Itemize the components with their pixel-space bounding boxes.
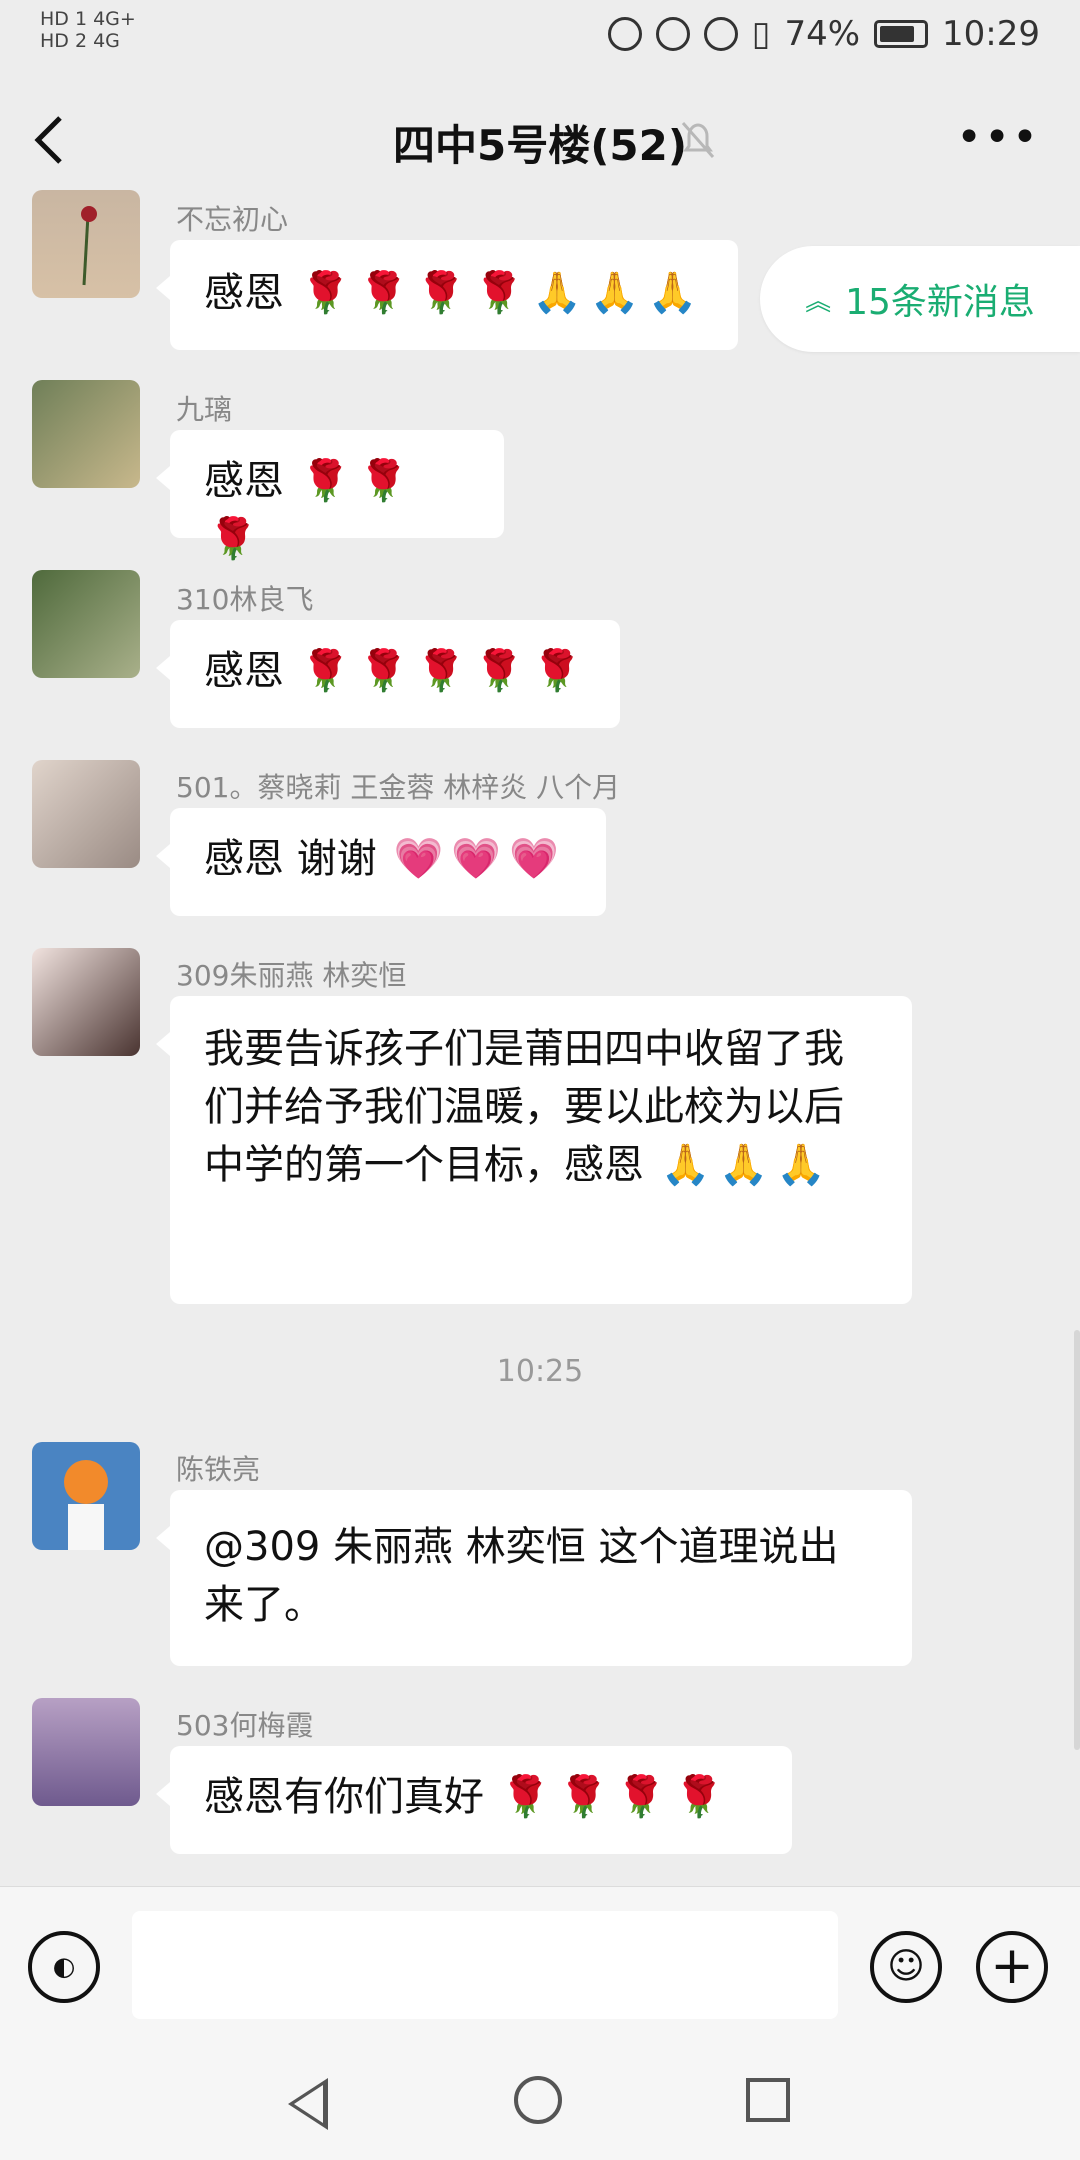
message-bubble[interactable]: 感恩有你们真好 🌹 🌹 🌹 🌹 <box>156 1746 792 1854</box>
rose-emoji: 🌹 <box>474 648 524 694</box>
rose-emoji: 🌹 <box>416 648 467 694</box>
smiley-icon: ☺ <box>887 1946 925 1987</box>
message-text: 感恩 <box>204 270 284 316</box>
more-options-button[interactable]: ••• <box>956 112 1040 163</box>
clock: 10:29 <box>942 14 1040 54</box>
sender-name: 310林良飞 <box>176 583 314 616</box>
avatar[interactable] <box>32 570 140 678</box>
rose-emoji: 🌹 <box>674 1774 724 1820</box>
heart-emoji: 💗 <box>451 836 502 882</box>
message-timestamp: 10:25 <box>496 1354 584 1389</box>
rose-emoji: 🌹 <box>616 1774 667 1820</box>
new-messages-button[interactable]: ︽ 15条新消息 <box>760 246 1080 352</box>
input-bar: ◐ ☺ + <box>0 1886 1080 2037</box>
message-bubble[interactable]: 感恩 🌹 🌹🌹 <box>156 430 504 559</box>
pray-emoji: 🙏 <box>531 270 582 316</box>
sender-name: 九璃 <box>176 393 233 426</box>
rose-emoji: 🌹 <box>416 270 467 316</box>
scrollbar[interactable] <box>1074 1330 1080 1750</box>
avatar[interactable] <box>32 380 140 488</box>
new-messages-label: 15条新消息 <box>845 282 1035 323</box>
pray-emoji: 🙏 <box>776 1142 827 1188</box>
rose-emoji: 🌹 <box>500 1774 551 1820</box>
double-chevron-up-icon: ︽ <box>805 286 832 317</box>
message-bubble[interactable]: 感恩 谢谢 💗 💗 💗 <box>156 808 606 916</box>
pray-emoji: 🙏 <box>718 1142 769 1188</box>
plus-icon: + <box>990 1936 1034 1996</box>
message-text: 感恩 谢谢 <box>204 836 377 882</box>
message-bubble[interactable]: 感恩 🌹 🌹 🌹 🌹 🙏 🙏 🙏 <box>156 240 738 350</box>
message-bubble[interactable]: @309 朱丽燕 林奕恒 这个道理说出来了。 <box>156 1490 912 1666</box>
message-text: 感恩有你们真好 <box>204 1774 484 1820</box>
message-bubble[interactable]: 我要告诉孩子们是莆田四中收留了我们并给予我们温暖，要以此校为以后中学的第一个目标… <box>156 996 912 1304</box>
more-actions-button[interactable]: + <box>976 1931 1048 2003</box>
rose-emoji: 🌹 <box>300 270 351 316</box>
avatar[interactable] <box>32 948 140 1056</box>
voice-wave-icon: ◐ <box>52 1952 76 1982</box>
system-nav-bar <box>0 2036 1080 2160</box>
battery-icon <box>874 20 929 48</box>
battery-percent: 74% <box>784 14 861 54</box>
sender-name: 陈铁亮 <box>176 1453 261 1486</box>
pray-emoji: 🙏 <box>660 1142 711 1188</box>
sender-name: 不忘初心 <box>176 203 289 236</box>
heart-emoji: 💗 <box>509 836 559 882</box>
pray-emoji: 🙏 <box>647 270 698 316</box>
sim2-label: HD 2 4G <box>40 30 120 52</box>
pray-emoji: 🙏 <box>589 270 640 316</box>
alarm-icon <box>703 17 738 51</box>
message-bubble[interactable]: 感恩 🌹 🌹 🌹 🌹 🌹 <box>156 620 620 728</box>
nav-recents-icon[interactable] <box>746 2078 790 2122</box>
message-text: @309 朱丽燕 林奕恒 这个道理说出来了。 <box>204 1524 839 1628</box>
sender-name: 501。蔡晓莉 王金蓉 林梓炎 八个月 <box>176 771 621 804</box>
heart-emoji: 💗 <box>393 836 444 882</box>
sender-name: 309朱丽燕 林奕恒 <box>176 959 407 992</box>
message-text: 感恩 <box>204 648 284 694</box>
rose-emoji: 🌹 <box>300 648 351 694</box>
rose-emoji: 🌹 <box>474 270 524 316</box>
rose-emoji: 🌹 <box>358 648 409 694</box>
sim1-label: HD 1 4G+ <box>40 8 136 30</box>
rose-emoji: 🌹 <box>358 270 409 316</box>
rose-emoji: 🌹 <box>358 458 409 504</box>
signal-indicators: HD 1 4G+ HD 2 4G <box>40 8 136 52</box>
avatar[interactable] <box>32 1442 140 1550</box>
sender-name: 503何梅霞 <box>176 1709 314 1742</box>
status-right: ▯ 74% 10:29 <box>607 14 1040 54</box>
rose-emoji: 🌹 <box>531 648 582 694</box>
avatar[interactable] <box>32 760 140 868</box>
eye-comfort-icon <box>655 17 690 51</box>
rose-emoji: 🌹 <box>300 458 351 504</box>
data-saver-icon <box>607 17 642 51</box>
mute-bell-icon <box>680 120 716 169</box>
rose-emoji: 🌹 <box>208 516 258 562</box>
vibrate-icon: ▯ <box>751 14 771 54</box>
nav-back-icon[interactable] <box>288 2078 328 2130</box>
nav-home-icon[interactable] <box>514 2076 562 2124</box>
status-bar: HD 1 4G+ HD 2 4G ▯ 74% 10:29 <box>0 0 1080 72</box>
voice-input-button[interactable]: ◐ <box>28 1931 100 2003</box>
message-text: 感恩 <box>204 458 284 504</box>
avatar[interactable] <box>32 1698 140 1806</box>
chat-header: 四中5号楼(52) ••• <box>0 72 1080 202</box>
chat-title: 四中5号楼(52) <box>392 121 688 170</box>
emoji-button[interactable]: ☺ <box>870 1931 942 2003</box>
avatar[interactable] <box>32 190 140 298</box>
message-input[interactable] <box>132 1911 838 2019</box>
rose-emoji: 🌹 <box>558 1774 609 1820</box>
